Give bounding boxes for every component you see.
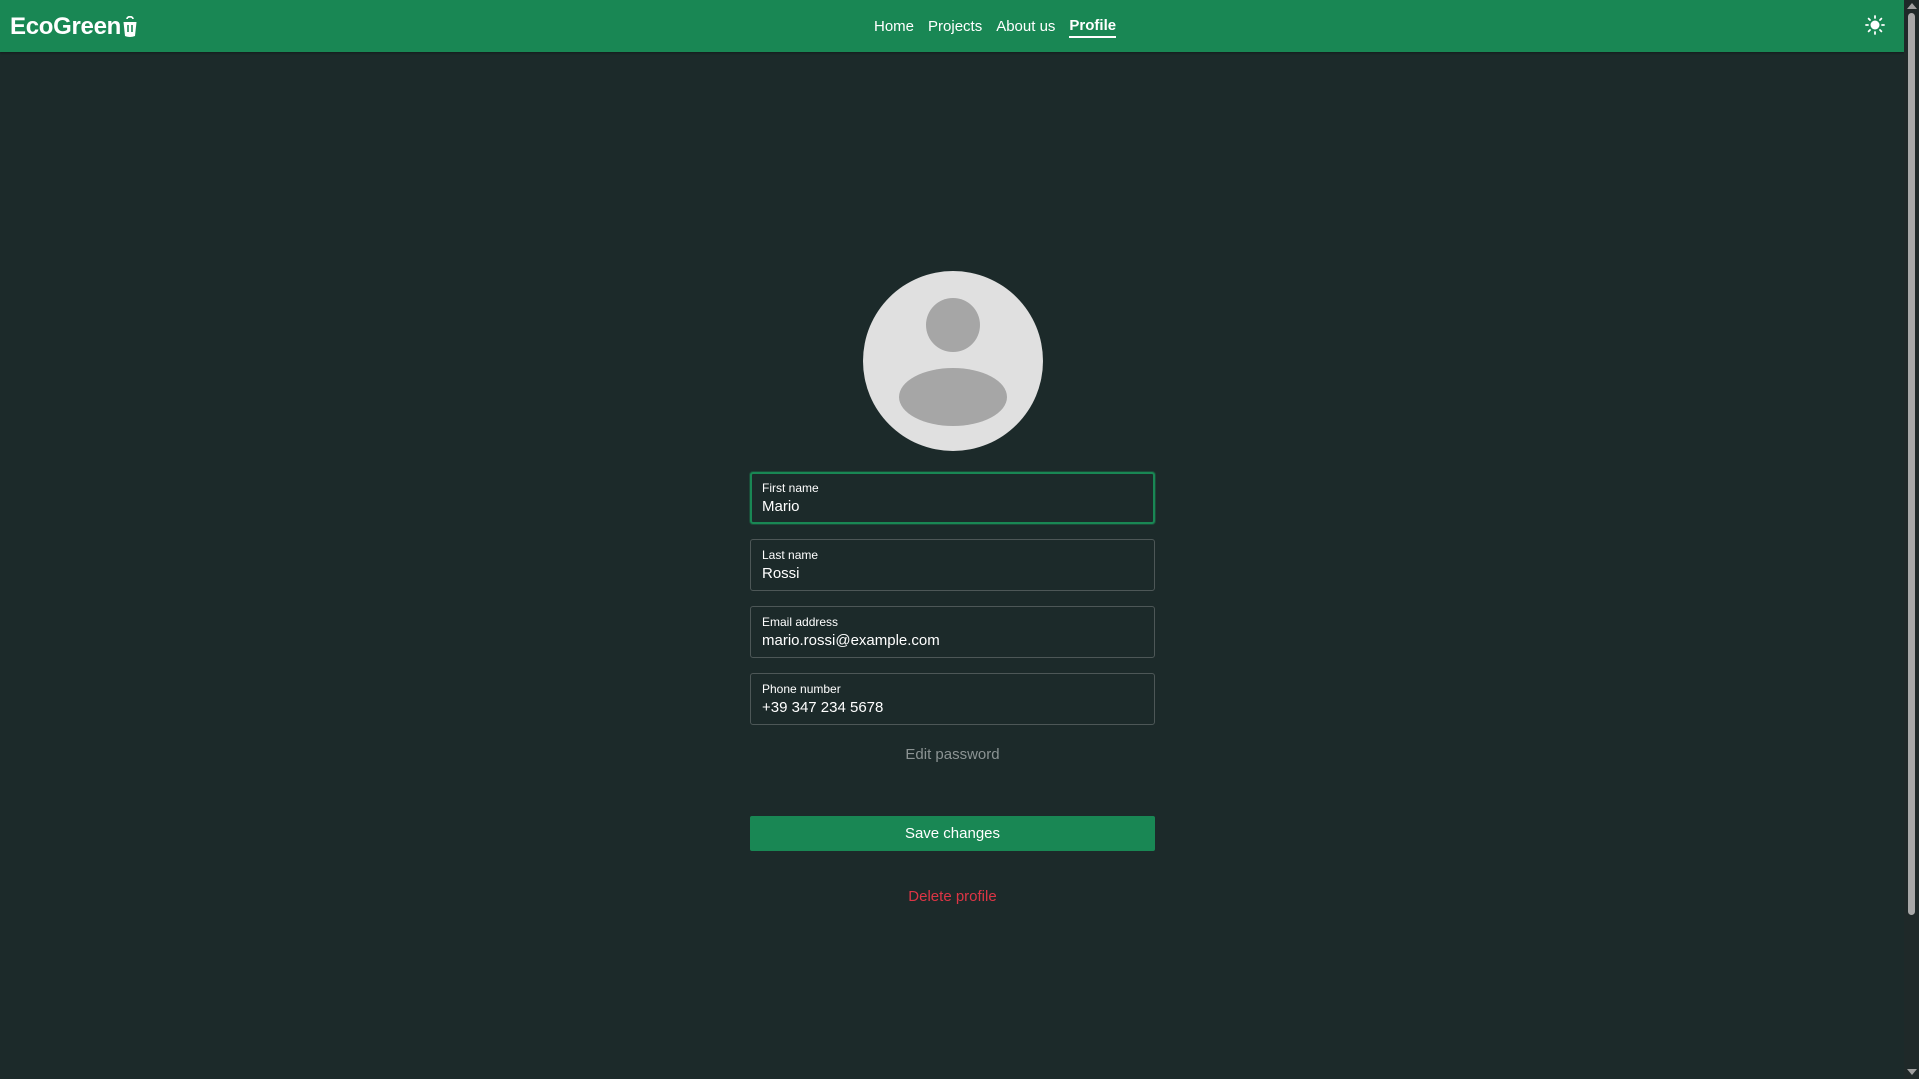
brand-logo[interactable]: EcoGreen [10,13,138,41]
email-value[interactable]: mario.rossi@example.com [762,632,940,649]
page-scrollbar[interactable] [1904,0,1919,1079]
first-name-value[interactable]: Mario [762,498,800,515]
email-field[interactable]: Email address mario.rossi@example.com [750,606,1155,658]
first-name-label: First name [762,481,819,495]
scroll-up-arrow-icon[interactable] [1907,3,1917,9]
scrollbar-thumb[interactable] [1908,13,1915,915]
first-name-field[interactable]: First name Mario [750,472,1155,524]
main-nav: Home Projects About us Profile [874,16,1130,38]
last-name-field[interactable]: Last name Rossi [750,539,1155,591]
top-navbar: EcoGreen Home Projects About us Profile [0,0,1904,52]
nav-link-home[interactable]: Home [874,17,914,37]
phone-value[interactable]: +39 347 234 5678 [762,699,883,716]
nav-link-about-us[interactable]: About us [996,17,1055,37]
save-changes-button[interactable]: Save changes [750,816,1155,851]
sun-icon [1865,15,1885,35]
bucket-icon [123,16,137,37]
phone-label: Phone number [762,682,841,696]
phone-field[interactable]: Phone number +39 347 234 5678 [750,673,1155,725]
last-name-value[interactable]: Rossi [762,565,800,582]
user-avatar-icon [863,271,1043,451]
profile-form: First name Mario Last name Rossi Email a… [750,472,1155,905]
nav-link-profile[interactable]: Profile [1069,16,1117,38]
last-name-label: Last name [762,548,819,562]
theme-toggle-button[interactable] [1865,15,1885,40]
scroll-down-arrow-icon[interactable] [1907,1069,1917,1075]
brand-name: EcoGreen [10,13,121,40]
delete-profile-link[interactable]: Delete profile [750,888,1155,905]
edit-password-link[interactable]: Edit password [750,746,1155,763]
nav-link-projects[interactable]: Projects [928,17,982,37]
email-label: Email address [762,615,839,629]
profile-avatar[interactable] [863,271,1043,451]
